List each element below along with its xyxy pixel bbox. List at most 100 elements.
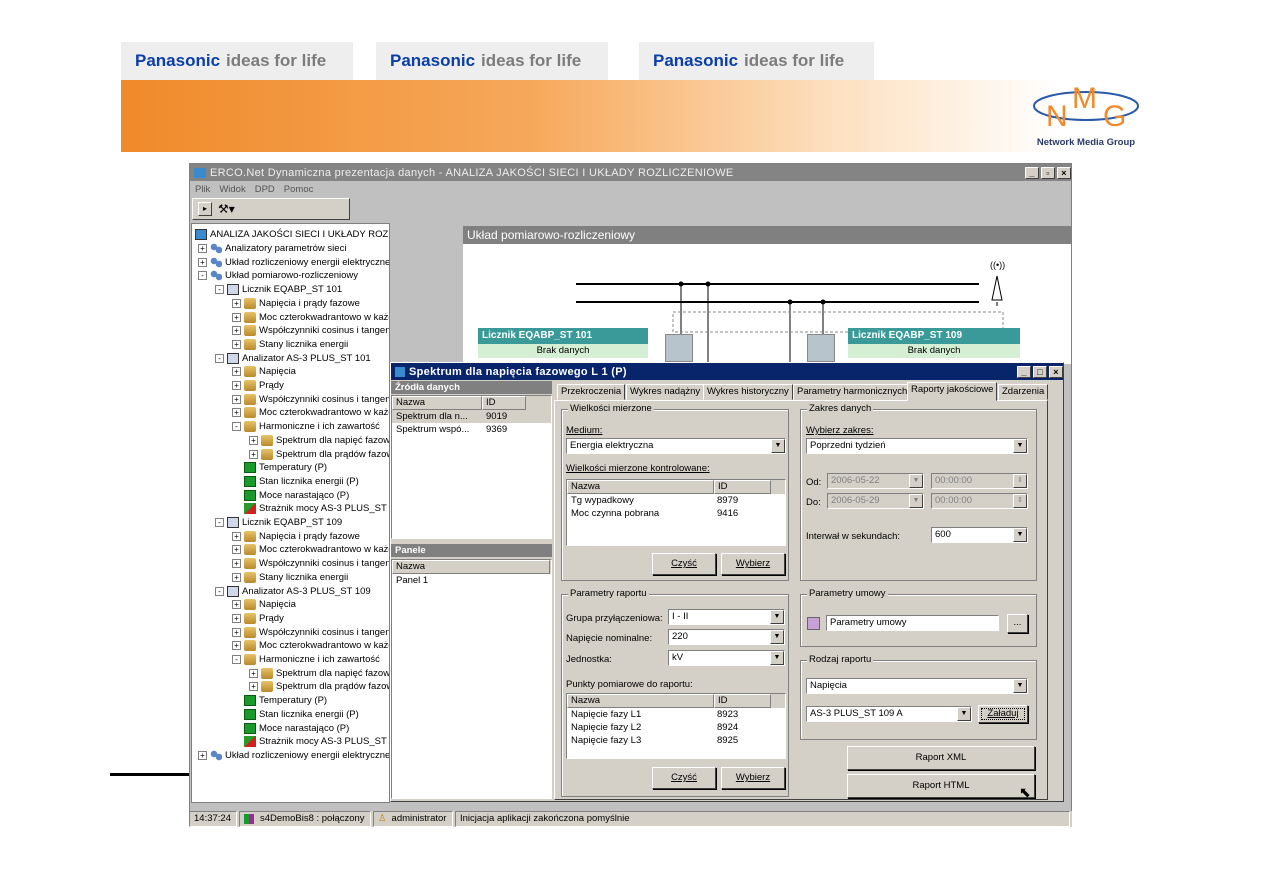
expand-icon[interactable]: + (232, 613, 241, 623)
expand-icon[interactable]: + (232, 641, 241, 651)
tree-item[interactable]: Stan licznika energii (P) (232, 708, 359, 721)
list-item[interactable]: Napięcie fazy L3 8925 (567, 734, 785, 747)
chevron-down-icon[interactable]: ▼ (909, 494, 923, 508)
expand-icon[interactable]: + (198, 244, 207, 253)
minimize-icon[interactable]: _ (1025, 166, 1039, 179)
spinner-icon[interactable]: ⇕ (1013, 474, 1027, 488)
tree-item[interactable]: - Licznik EQABP_ST 101 (215, 283, 342, 296)
col-id[interactable]: ID (482, 396, 526, 410)
tools-icon[interactable]: ⚒▾ (218, 202, 235, 216)
meter1-label[interactable]: Licznik EQABP_ST 101 (478, 328, 648, 344)
menu-widok[interactable]: Widok (219, 184, 245, 195)
chevron-down-icon[interactable]: ▼ (957, 707, 971, 721)
tree-item[interactable]: + Napięcia (232, 365, 296, 378)
tree-item[interactable]: + Napięcia i prądy fazowe (232, 530, 360, 543)
expand-icon[interactable]: + (249, 682, 258, 692)
voltage-select[interactable]: 220 ▼ (668, 629, 785, 645)
expand-icon[interactable]: + (232, 408, 241, 418)
from-time-field[interactable]: 00:00:00 ⇕ (931, 473, 1028, 489)
contract-field[interactable]: Parametry umowy (826, 615, 999, 631)
dialog-maximize-icon[interactable]: □ (1033, 365, 1047, 378)
device-select[interactable]: AS-3 PLUS_ST 109 A ▼ (806, 706, 972, 722)
tree-item[interactable]: + Współczynniki cosinus i tangens (232, 324, 389, 337)
chevron-down-icon[interactable]: ▼ (770, 630, 784, 644)
tree-item[interactable]: + Współczynniki cosinus i tangens (232, 557, 389, 570)
collapse-icon[interactable]: - (215, 586, 224, 596)
collapse-icon[interactable]: - (232, 422, 241, 432)
tree-item[interactable]: Moce narastająco (P) (232, 722, 349, 735)
tab-2[interactable]: Wykres historyczny (703, 384, 793, 400)
dialog-close-icon[interactable]: × (1049, 365, 1063, 378)
tree-item[interactable]: + Spektrum dla napięć fazowych (249, 434, 389, 447)
tree-item[interactable]: + Stany licznika energii (232, 571, 348, 584)
expand-icon[interactable]: + (232, 559, 241, 569)
col-nazwa[interactable]: Nazwa (392, 396, 482, 410)
conn-select[interactable]: I - II ▼ (668, 609, 785, 625)
tree-item[interactable]: + Współczynniki cosinus i tangens (232, 393, 389, 406)
tree-item[interactable]: + Analizatory parametrów sieci (198, 242, 346, 255)
choose-measured-button[interactable]: Wybierz (721, 553, 785, 575)
tree-item[interactable]: + Prądy (232, 612, 284, 625)
play-icon[interactable]: ▸ (198, 202, 212, 216)
expand-icon[interactable]: + (232, 545, 241, 555)
interval-select[interactable]: 600 ▼ (931, 527, 1028, 543)
chevron-down-icon[interactable]: ▼ (1013, 528, 1027, 542)
tree-item[interactable]: - Analizator AS-3 PLUS_ST 109 (215, 585, 371, 598)
restore-icon[interactable]: ▫ (1041, 166, 1055, 179)
meter2-label[interactable]: Licznik EQABP_ST 109 (848, 328, 1020, 344)
expand-icon[interactable]: + (232, 326, 241, 336)
close-icon[interactable]: × (1057, 166, 1071, 179)
list-item[interactable]: Moc czynna pobrana 9416 (567, 507, 785, 520)
tree-item[interactable]: + Stany licznika energii (232, 338, 348, 351)
collapse-icon[interactable]: - (232, 655, 241, 664)
clear-points-button[interactable]: Czyść (652, 767, 716, 789)
expand-icon[interactable]: + (249, 668, 258, 678)
dialog-minimize-icon[interactable]: _ (1017, 365, 1031, 378)
list-item[interactable]: Napięcie fazy L1 8923 (567, 708, 785, 721)
tab-0[interactable]: Przekroczenia (557, 384, 626, 400)
report-html-button[interactable]: Raport HTML (847, 774, 1035, 798)
tree-item[interactable]: + Moc czterokwadrantowo w każdej (232, 639, 389, 652)
tree-item[interactable]: - Harmoniczne i ich zawartość (232, 420, 380, 433)
expand-icon[interactable]: + (232, 312, 241, 322)
tab-1[interactable]: Wykres nadążny (626, 384, 705, 400)
tree-item[interactable]: - Licznik EQABP_ST 109 (215, 516, 342, 529)
tree-item[interactable]: + Moc czterokwadrantowo w każdej (232, 406, 389, 419)
tree-item[interactable]: Stan licznika energii (P) (232, 475, 359, 488)
unit-select[interactable]: kV ▼ (668, 650, 785, 666)
tree-item[interactable]: + Układ rozliczeniowy energii elektryczne… (198, 256, 389, 269)
expand-icon[interactable]: + (232, 339, 241, 349)
expand-icon[interactable]: + (198, 750, 207, 760)
expand-icon[interactable]: + (232, 367, 241, 377)
chevron-down-icon[interactable]: ▼ (770, 610, 784, 624)
chevron-down-icon[interactable]: ▼ (771, 439, 785, 453)
tree-item[interactable]: Moce narastająco (P) (232, 489, 349, 502)
tab-3[interactable]: Parametry harmonicznych (793, 384, 912, 400)
tree-item[interactable]: + Moc czterokwadrantowo w każdej (232, 543, 389, 556)
expand-icon[interactable]: + (249, 435, 258, 445)
tree-item[interactable]: + Spektrum dla napięć fazowych (249, 667, 389, 680)
expand-icon[interactable]: + (232, 531, 241, 541)
col-id[interactable]: ID (714, 480, 771, 494)
list-item[interactable]: Tg wypadkowy 8979 (567, 494, 785, 507)
tree-item[interactable]: + Współczynniki cosinus i tangens (232, 626, 389, 639)
list-item[interactable]: Napięcie fazy L2 8924 (567, 721, 785, 734)
expand-icon[interactable]: + (232, 381, 241, 390)
tree-item[interactable]: Temperatury (P) (232, 461, 327, 474)
collapse-icon[interactable]: - (215, 518, 224, 527)
tree-item[interactable]: + Moc czterokwadrantowo w każdej fazie i … (232, 311, 389, 324)
chevron-down-icon[interactable]: ▼ (1013, 439, 1027, 453)
collapse-icon[interactable]: - (215, 285, 224, 295)
load-button[interactable]: Załaduj (978, 705, 1028, 723)
list-item[interactable]: Spektrum dla n... 9019 (392, 410, 551, 423)
chevron-down-icon[interactable]: ▼ (1013, 679, 1027, 693)
report-type-select[interactable]: Napięcia ▼ (806, 678, 1028, 694)
tree-item[interactable]: - Układ pomiarowo-rozliczeniowy (198, 269, 358, 282)
tree-item[interactable]: + Prądy (232, 379, 284, 392)
tree-item[interactable]: + Napięcia i prądy fazowe (232, 297, 360, 310)
to-time-field[interactable]: 00:00:00 ⇕ (931, 493, 1028, 509)
expand-icon[interactable]: + (232, 298, 241, 308)
from-date-field[interactable]: 2006-05-22 ▼ (827, 473, 924, 489)
tab-4[interactable]: Raporty jakościowe (907, 382, 998, 401)
medium-select[interactable]: Energia elektryczna ▼ (566, 438, 786, 454)
